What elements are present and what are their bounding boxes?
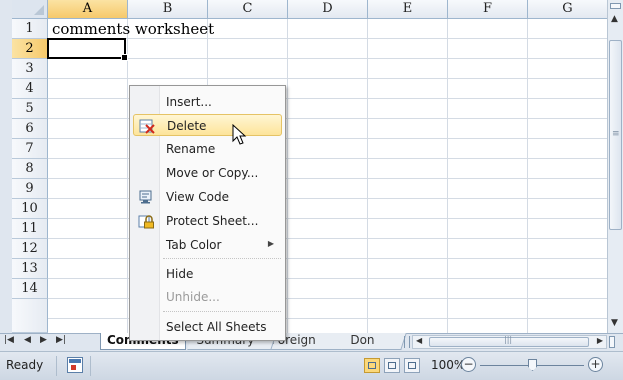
menu-item-unhide: Unhide...: [133, 286, 282, 308]
row-header-2[interactable]: 2: [12, 39, 48, 59]
row-header-10[interactable]: 10: [12, 199, 48, 219]
cell-a1[interactable]: comments worksheet: [52, 19, 214, 39]
row-header-9[interactable]: 9: [12, 179, 48, 199]
column-header-a[interactable]: A: [48, 0, 128, 19]
vertical-scrollbar[interactable]: ▲ ≡ ▼: [607, 0, 623, 333]
next-sheet-icon[interactable]: ▶: [40, 335, 47, 345]
prev-sheet-icon[interactable]: ◀: [24, 335, 31, 345]
grid-line: [447, 19, 448, 333]
menu-item-select-all-sheets[interactable]: Select All Sheets: [133, 316, 282, 338]
column-header-c[interactable]: C: [208, 0, 288, 19]
menu-item-label: Tab Color: [166, 238, 222, 252]
column-header-g[interactable]: G: [528, 0, 607, 19]
record-macro-icon[interactable]: [67, 357, 83, 373]
sheet-tab-bar: |◀ ◀ ▶ ▶| Foreign Summary Don Comments ◀…: [0, 333, 623, 351]
row-header-1[interactable]: 1: [12, 19, 48, 39]
menu-item-move-or-copy[interactable]: Move or Copy...: [133, 162, 282, 184]
submenu-arrow-icon: ▶: [267, 239, 274, 248]
menu-item-label: Insert...: [166, 95, 212, 109]
grip-icon: |||: [504, 335, 513, 344]
grid-line: [48, 58, 607, 59]
status-ready: Ready: [6, 358, 44, 372]
menu-item-rename[interactable]: Rename: [133, 138, 282, 160]
horizontal-split-box[interactable]: [609, 336, 615, 348]
row-header-8[interactable]: 8: [12, 159, 48, 179]
scroll-up-icon[interactable]: ▲: [611, 14, 618, 24]
last-sheet-icon[interactable]: ▶|: [56, 335, 66, 345]
menu-item-label: Delete: [167, 119, 207, 133]
scroll-left-icon[interactable]: ◀: [416, 336, 422, 345]
column-header-b[interactable]: B: [128, 0, 208, 19]
scroll-down-icon[interactable]: ▼: [611, 318, 618, 328]
view-code-icon: [139, 190, 152, 204]
normal-view-button[interactable]: [364, 358, 380, 373]
spreadsheet-grid[interactable]: A B C D E F G 1 2 3 4 5 6 7 8 9 10 11 12…: [12, 0, 607, 333]
zoom-in-button[interactable]: +: [588, 357, 603, 372]
column-header-f[interactable]: F: [448, 0, 528, 19]
grid-line: [48, 78, 607, 79]
separator: [56, 356, 57, 376]
horizontal-scrollbar[interactable]: ◀ ||| ▶: [412, 335, 607, 349]
row-header-11[interactable]: 11: [12, 219, 48, 239]
scroll-right-icon[interactable]: ▶: [597, 336, 603, 345]
row-header-13[interactable]: 13: [12, 259, 48, 279]
delete-sheet-icon: [139, 119, 155, 134]
row-header-5[interactable]: 5: [12, 99, 48, 119]
column-header-e[interactable]: E: [368, 0, 448, 19]
row-header-4[interactable]: 4: [12, 79, 48, 99]
menu-item-delete[interactable]: Delete: [133, 114, 282, 136]
tab-split-handle[interactable]: [404, 336, 410, 348]
protect-sheet-icon: [138, 215, 154, 229]
mouse-pointer-icon: [232, 124, 247, 145]
zoom-out-button[interactable]: −: [461, 357, 476, 372]
grid-line: [367, 19, 368, 333]
first-sheet-icon[interactable]: |◀: [4, 335, 14, 345]
menu-item-label: Move or Copy...: [166, 166, 259, 180]
menu-item-protect-sheet[interactable]: Protect Sheet...: [133, 210, 282, 232]
grip-icon: ≡: [612, 129, 620, 139]
menu-item-label: Hide: [166, 267, 194, 281]
grid-line: [527, 19, 528, 333]
grid-line: [127, 19, 128, 333]
sheet-tab-don[interactable]: Don: [341, 333, 407, 350]
column-header-d[interactable]: D: [288, 0, 368, 19]
zoom-slider-thumb[interactable]: [528, 359, 537, 371]
select-all-corner[interactable]: [12, 0, 48, 19]
horizontal-scroll-thumb[interactable]: |||: [429, 335, 589, 347]
menu-item-label: Select All Sheets: [166, 320, 267, 334]
separator: [90, 356, 91, 376]
menu-item-label: Protect Sheet...: [166, 214, 259, 228]
menu-separator: [163, 311, 281, 312]
menu-separator: [163, 258, 281, 259]
menu-item-label: Unhide...: [166, 290, 220, 304]
status-bar: Ready 100% − +: [0, 351, 623, 380]
left-frame: [0, 0, 12, 333]
page-layout-view-button[interactable]: [384, 358, 400, 373]
menu-item-tab-color[interactable]: Tab Color ▶: [133, 234, 282, 256]
row-header-7[interactable]: 7: [12, 139, 48, 159]
row-header-6[interactable]: 6: [12, 119, 48, 139]
page-break-view-button[interactable]: [404, 358, 420, 373]
row-header-12[interactable]: 12: [12, 239, 48, 259]
menu-item-label: View Code: [166, 190, 230, 204]
split-box[interactable]: [610, 3, 621, 9]
menu-item-view-code[interactable]: View Code: [133, 186, 282, 208]
menu-item-hide[interactable]: Hide: [133, 263, 282, 285]
row-header-14[interactable]: 14: [12, 279, 48, 299]
vertical-scroll-thumb[interactable]: ≡: [609, 40, 622, 230]
grid-line: [287, 19, 288, 333]
menu-item-label: Rename: [166, 142, 216, 156]
menu-item-insert[interactable]: Insert...: [133, 91, 282, 113]
row-header-3[interactable]: 3: [12, 59, 48, 79]
active-cell-a2[interactable]: [47, 38, 128, 61]
row-header-partial: [12, 299, 48, 333]
sheet-context-menu: Insert... Delete Rename Move or Copy... …: [129, 85, 286, 341]
